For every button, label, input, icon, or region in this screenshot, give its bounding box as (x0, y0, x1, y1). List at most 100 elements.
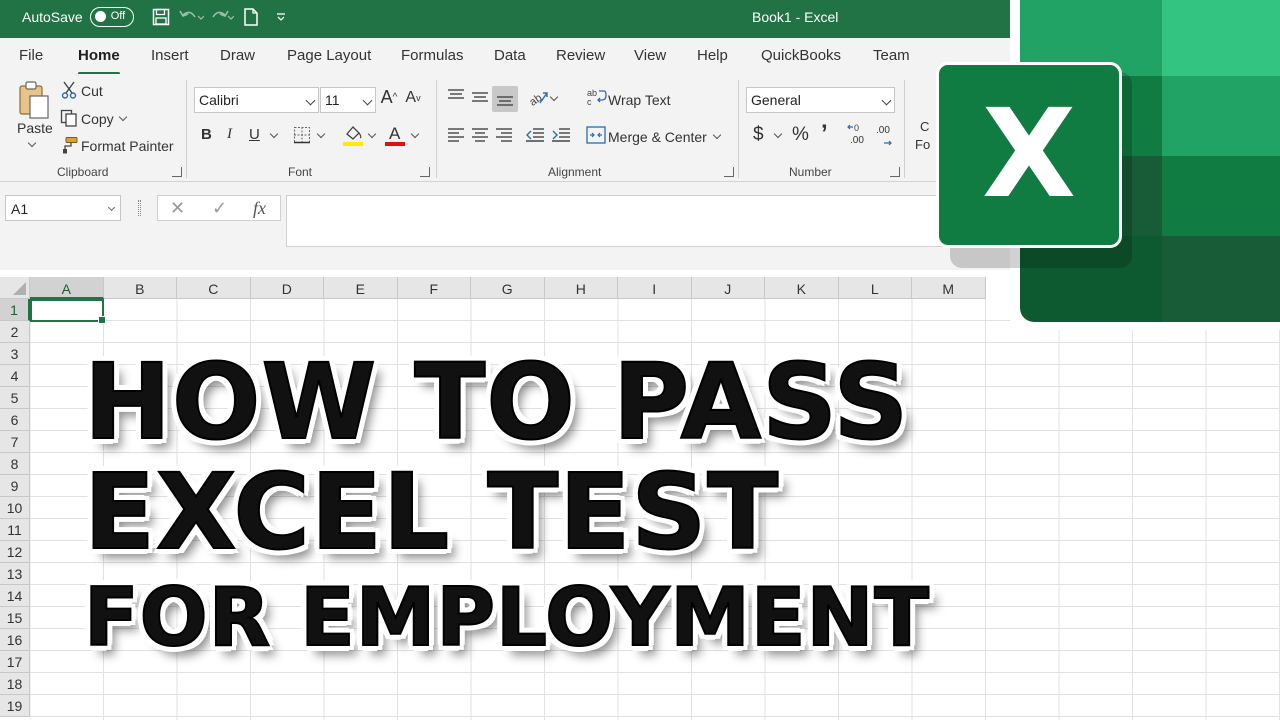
row-header-18[interactable]: 18 (0, 673, 30, 695)
tab-data[interactable]: Data (494, 47, 526, 64)
underline-button[interactable]: U (249, 126, 260, 143)
align-right-icon[interactable] (494, 125, 514, 145)
orientation-icon[interactable]: ab (528, 86, 550, 108)
paste-dropdown-icon[interactable] (28, 139, 36, 147)
cut-button[interactable]: Cut (81, 83, 103, 99)
increase-decimal-icon[interactable]: 0 .00 (846, 122, 868, 148)
row-header-1[interactable]: 1 (0, 299, 30, 321)
wrap-text-icon[interactable]: abc (587, 87, 607, 107)
column-header-a[interactable]: A (30, 277, 104, 299)
tab-formulas[interactable]: Formulas (401, 47, 464, 64)
number-format-combo[interactable]: General (746, 87, 895, 113)
merge-center-button[interactable]: Merge & Center (608, 129, 707, 145)
customize-toolbar-icon[interactable] (266, 0, 296, 34)
column-header-i[interactable]: I (618, 277, 692, 299)
select-all-button[interactable] (0, 277, 30, 299)
row-header-5[interactable]: 5 (0, 387, 30, 409)
decrease-indent-icon[interactable] (524, 125, 546, 145)
row-header-6[interactable]: 6 (0, 409, 30, 431)
row-header-12[interactable]: 12 (0, 541, 30, 563)
currency-dropdown-icon[interactable] (774, 130, 782, 138)
orientation-dropdown-icon[interactable] (550, 93, 558, 101)
wrap-text-button[interactable]: Wrap Text (608, 92, 671, 108)
row-header-11[interactable]: 11 (0, 519, 30, 541)
row-header-3[interactable]: 3 (0, 343, 30, 365)
clipboard-launcher-icon[interactable] (172, 167, 182, 177)
tab-view[interactable]: View (634, 47, 666, 64)
tab-insert[interactable]: Insert (151, 47, 189, 64)
format-painter-button[interactable]: Format Painter (81, 138, 174, 154)
row-header-19[interactable]: 19 (0, 695, 30, 717)
copy-button[interactable]: Copy (81, 111, 114, 127)
row-header-9[interactable]: 9 (0, 475, 30, 497)
new-file-icon[interactable] (236, 0, 266, 34)
copy-dropdown-icon[interactable] (119, 113, 127, 121)
align-middle-icon[interactable] (470, 87, 490, 107)
paste-button[interactable]: Paste (17, 120, 53, 136)
percent-button[interactable]: % (792, 124, 809, 146)
tab-team[interactable]: Team (873, 47, 910, 64)
comma-button[interactable]: ’ (821, 120, 828, 148)
increase-indent-icon[interactable] (550, 125, 572, 145)
borders-dropdown-icon[interactable] (317, 130, 325, 138)
align-center-icon[interactable] (470, 125, 490, 145)
column-header-m[interactable]: M (912, 277, 986, 299)
undo-icon[interactable] (176, 0, 206, 34)
redo-icon[interactable] (206, 0, 236, 34)
font-launcher-icon[interactable] (420, 167, 430, 177)
row-header-14[interactable]: 14 (0, 585, 30, 607)
bold-button[interactable]: B (201, 126, 212, 143)
tab-quickbooks[interactable]: QuickBooks (761, 47, 841, 64)
row-header-15[interactable]: 15 (0, 607, 30, 629)
row-header-2[interactable]: 2 (0, 321, 30, 343)
copy-icon[interactable] (60, 109, 78, 127)
column-header-b[interactable]: B (104, 277, 178, 299)
italic-button[interactable]: I (227, 126, 232, 143)
merge-dropdown-icon[interactable] (713, 131, 721, 139)
font-size-combo[interactable]: 11 (320, 87, 376, 113)
column-header-d[interactable]: D (251, 277, 325, 299)
row-header-7[interactable]: 7 (0, 431, 30, 453)
row-header-10[interactable]: 10 (0, 497, 30, 519)
paste-icon[interactable] (16, 80, 52, 120)
align-top-icon[interactable] (446, 86, 466, 106)
font-color-icon[interactable]: A (384, 122, 406, 148)
save-icon[interactable] (146, 0, 176, 34)
column-header-l[interactable]: L (839, 277, 913, 299)
currency-button[interactable]: $ (753, 124, 764, 146)
tab-help[interactable]: Help (697, 47, 728, 64)
column-header-f[interactable]: F (398, 277, 472, 299)
column-header-e[interactable]: E (324, 277, 398, 299)
fill-color-icon[interactable] (342, 123, 364, 147)
alignment-launcher-icon[interactable] (724, 167, 734, 177)
format-painter-icon[interactable] (60, 136, 78, 154)
column-header-k[interactable]: K (765, 277, 839, 299)
align-bottom-icon[interactable] (492, 86, 518, 112)
number-launcher-icon[interactable] (890, 167, 900, 177)
font-color-dropdown-icon[interactable] (411, 130, 419, 138)
enter-icon[interactable]: ✓ (212, 198, 227, 219)
align-left-icon[interactable] (446, 125, 466, 145)
row-header-8[interactable]: 8 (0, 453, 30, 475)
active-cell-a1[interactable] (30, 299, 104, 322)
namebox-resize-handle[interactable] (138, 200, 141, 216)
insert-function-icon[interactable]: fx (253, 198, 266, 219)
cut-icon[interactable] (60, 81, 78, 99)
tab-review[interactable]: Review (556, 47, 605, 64)
tab-draw[interactable]: Draw (220, 47, 255, 64)
tab-home[interactable]: Home (78, 47, 120, 64)
row-header-13[interactable]: 13 (0, 563, 30, 585)
increase-font-icon[interactable]: A^ (378, 86, 400, 108)
row-header-4[interactable]: 4 (0, 365, 30, 387)
row-header-16[interactable]: 16 (0, 629, 30, 651)
tab-file[interactable]: File (19, 47, 43, 64)
column-header-j[interactable]: J (692, 277, 766, 299)
decrease-decimal-icon[interactable]: .00 (872, 122, 894, 148)
row-header-17[interactable]: 17 (0, 651, 30, 673)
tab-page-layout[interactable]: Page Layout (287, 47, 371, 64)
name-box[interactable]: A1 (5, 195, 121, 221)
decrease-font-icon[interactable]: Av (402, 87, 424, 109)
borders-icon[interactable] (292, 125, 312, 145)
column-header-c[interactable]: C (177, 277, 251, 299)
merge-center-icon[interactable] (585, 125, 607, 145)
